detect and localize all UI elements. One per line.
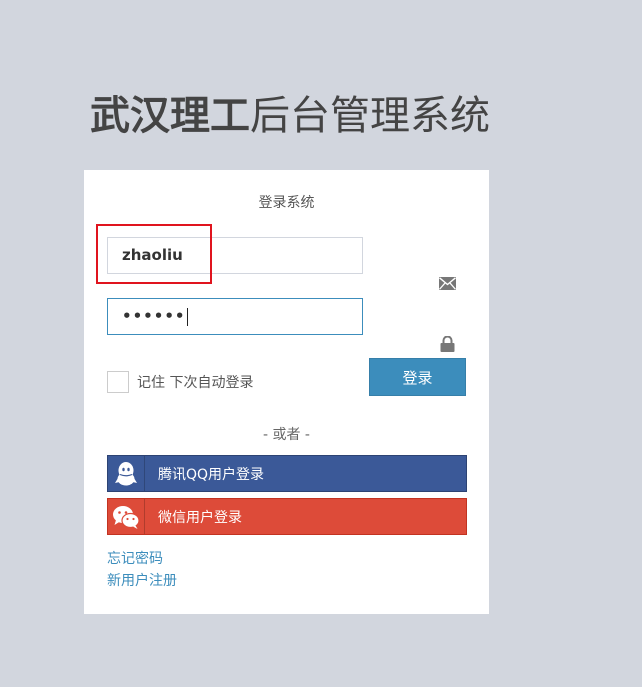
forgot-password-link[interactable]: 忘记密码 [107, 548, 163, 568]
envelope-icon [438, 274, 456, 292]
wechat-login-label: 微信用户登录 [158, 509, 242, 526]
wechat-login-button[interactable]: 微信用户登录 [107, 498, 467, 535]
or-divider: - 或者 - [262, 427, 310, 443]
qq-icon [108, 456, 145, 491]
highlight-box [96, 224, 212, 284]
password-field[interactable]: •••••• [107, 298, 363, 335]
page-title: 武汉理工后台管理系统 [90, 88, 490, 144]
login-box-message: 登录系统 [258, 195, 315, 211]
page-title-system: 后台管理系统 [250, 93, 490, 139]
password-value: •••••• [122, 307, 186, 325]
signin-button[interactable]: 登录 [369, 358, 466, 396]
qq-login-label: 腾讯QQ用户登录 [158, 466, 265, 483]
remember-checkbox[interactable] [107, 371, 129, 393]
qq-login-button[interactable]: 腾讯QQ用户登录 [107, 455, 467, 492]
text-caret [186, 307, 188, 326]
wechat-icon [108, 499, 145, 534]
login-box: 登录系统 zhaoliu •••••• 记住 下次自动登录 登录 - 或者 - [84, 170, 489, 614]
page-title-brand: 武汉理工 [90, 93, 250, 139]
remember-label: 记住 下次自动登录 [137, 375, 254, 391]
lock-icon [438, 335, 456, 353]
register-link[interactable]: 新用户注册 [107, 570, 177, 590]
remember-me[interactable]: 记住 下次自动登录 [107, 369, 253, 395]
